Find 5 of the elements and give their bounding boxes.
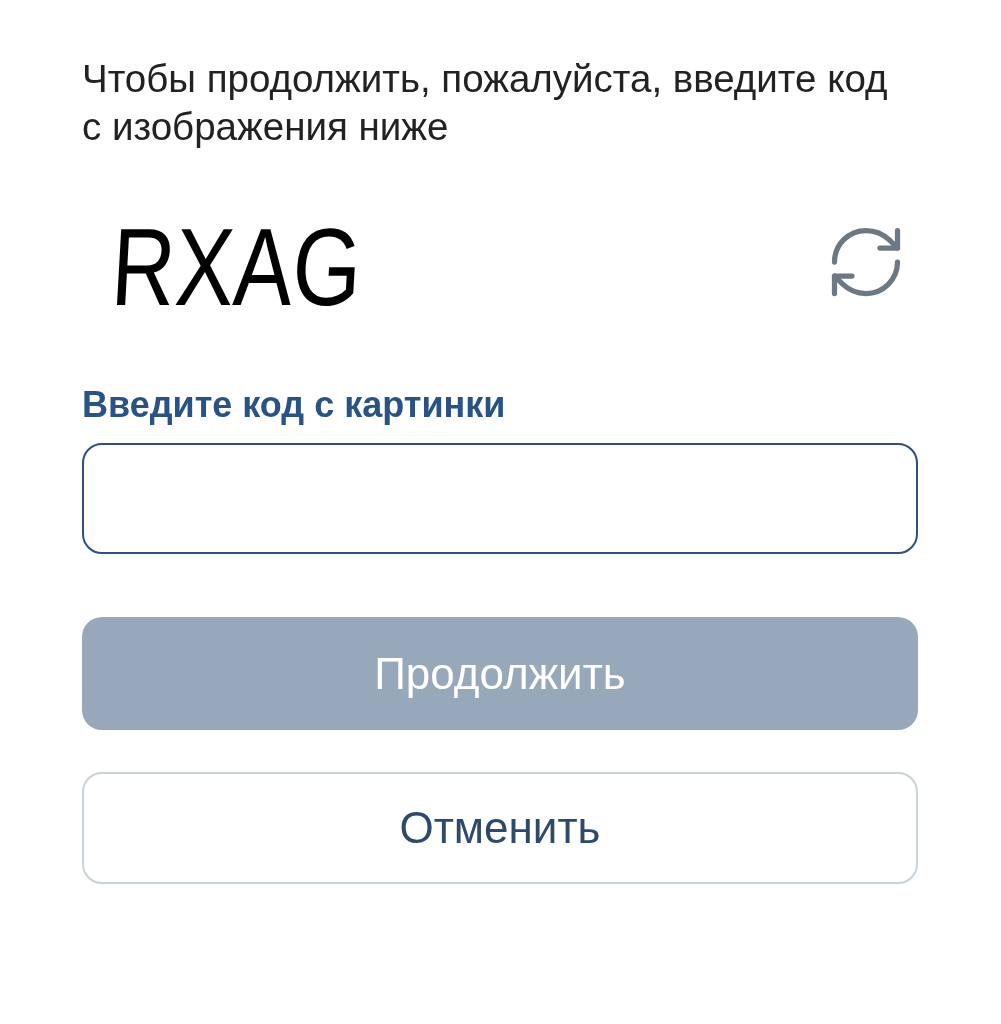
input-field[interactable] <box>82 443 918 554</box>
captcha-image: RXAG <box>109 217 365 317</box>
instructions-text: Чтобы продолжить, пожалуйста, введите код с изображения ниже <box>82 56 889 150</box>
cancel-button[interactable]: Отменить <box>82 772 918 884</box>
field-label: Введите код с картинки <box>82 383 506 427</box>
